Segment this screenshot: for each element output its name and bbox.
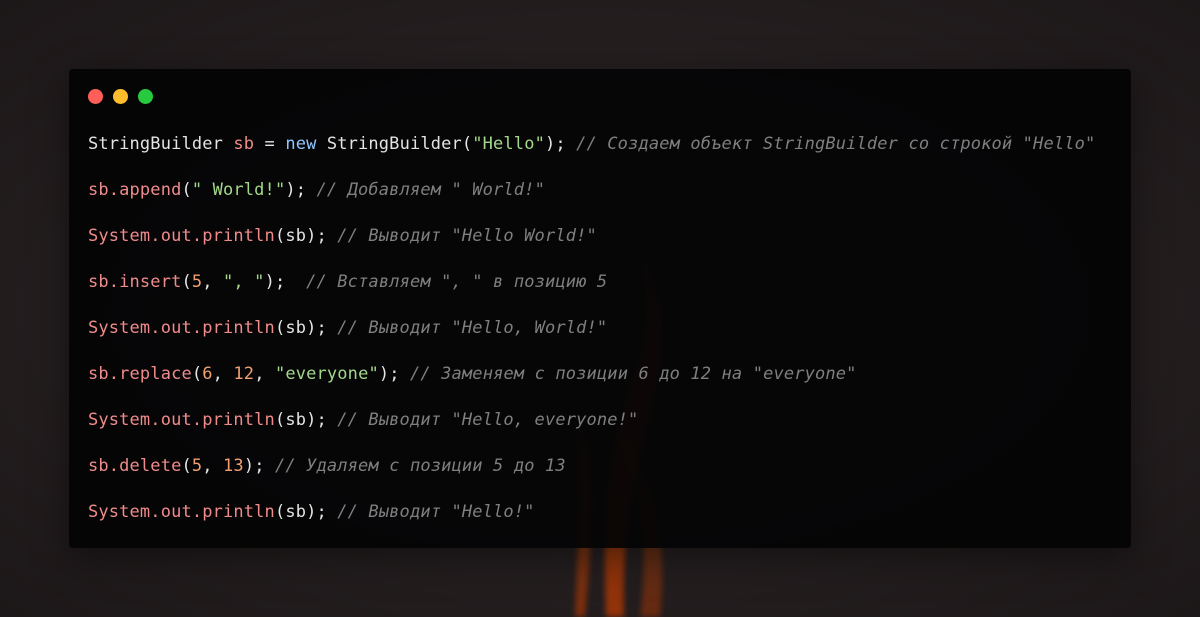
code-line: System.out.println(sb); // Выводит "Hell…: [88, 316, 1121, 362]
code-token: ,: [212, 364, 234, 384]
code-token: System.out.println: [88, 502, 275, 522]
code-token: ,: [202, 456, 224, 476]
code-comment: // Заменяем с позиции 6 до 12 на "everyo…: [410, 364, 857, 384]
code-token: System.out.println: [88, 226, 275, 246]
code-token: sb: [233, 134, 255, 154]
code-token: new: [285, 134, 317, 154]
code-token: =: [254, 134, 286, 154]
code-line: System.out.println(sb); // Выводит "Hell…: [88, 224, 1121, 270]
code-comment: // Добавляем " World!": [316, 180, 545, 200]
code-token: ,: [202, 272, 224, 292]
code-token: );: [264, 272, 307, 292]
close-dot-icon[interactable]: [88, 89, 103, 104]
code-token: 12: [233, 364, 255, 384]
code-token: );: [243, 456, 275, 476]
code-token: (sb);: [274, 410, 338, 430]
code-line: sb.replace(6, 12, "everyone"); // Заменя…: [88, 362, 1121, 408]
code-token: );: [544, 134, 577, 154]
code-token: (sb);: [274, 318, 338, 338]
code-token: 5: [191, 456, 203, 476]
code-token: ,: [254, 364, 275, 384]
code-line: System.out.println(sb); // Выводит "Hell…: [88, 500, 1121, 546]
minimize-dot-icon[interactable]: [113, 89, 128, 104]
code-comment: // Выводит "Hello!": [337, 502, 535, 522]
code-token: sb.delete: [88, 456, 182, 476]
code-comment: // Выводит "Hello, World!": [337, 318, 608, 338]
code-token: ", ": [223, 272, 265, 292]
code-token: sb.replace: [88, 364, 192, 384]
code-block: StringBuilder sb = new StringBuilder("He…: [88, 132, 1121, 546]
code-window: StringBuilder sb = new StringBuilder("He…: [69, 69, 1131, 548]
code-token: StringBuilder(: [316, 134, 473, 154]
code-comment: // Выводит "Hello, everyone!": [337, 410, 639, 430]
code-token: "everyone": [274, 364, 379, 384]
code-token: (: [181, 180, 192, 200]
code-token: 5: [191, 272, 203, 292]
code-token: "Hello": [472, 134, 545, 154]
code-line: sb.insert(5, ", "); // Вставляем ", " в …: [88, 270, 1121, 316]
code-token: StringBuilder: [88, 134, 234, 154]
code-token: );: [285, 180, 317, 200]
code-token: System.out.println: [88, 410, 275, 430]
code-token: (: [181, 272, 192, 292]
code-token: (: [191, 364, 203, 384]
code-token: (: [181, 456, 192, 476]
code-token: sb.insert: [88, 272, 182, 292]
code-line: StringBuilder sb = new StringBuilder("He…: [88, 132, 1121, 178]
code-line: System.out.println(sb); // Выводит "Hell…: [88, 408, 1121, 454]
code-token: 6: [202, 364, 213, 384]
code-line: sb.append(" World!"); // Добавляем " Wor…: [88, 178, 1121, 224]
code-comment: // Вставляем ", " в позицию 5: [306, 272, 608, 292]
code-comment: // Создаем объект StringBuilder со строк…: [576, 134, 1096, 154]
code-token: );: [378, 364, 410, 384]
code-token: (sb);: [274, 502, 338, 522]
code-token: (sb);: [274, 226, 338, 246]
window-controls: [88, 89, 153, 104]
code-comment: // Удаляем с позиции 5 до 13: [274, 456, 566, 476]
code-token: " World!": [191, 180, 286, 200]
code-line: sb.delete(5, 13); // Удаляем с позиции 5…: [88, 454, 1121, 500]
code-comment: // Выводит "Hello World!": [337, 226, 597, 246]
code-token: 13: [223, 456, 244, 476]
code-token: System.out.println: [88, 318, 275, 338]
maximize-dot-icon[interactable]: [138, 89, 153, 104]
code-token: sb.append: [88, 180, 182, 200]
